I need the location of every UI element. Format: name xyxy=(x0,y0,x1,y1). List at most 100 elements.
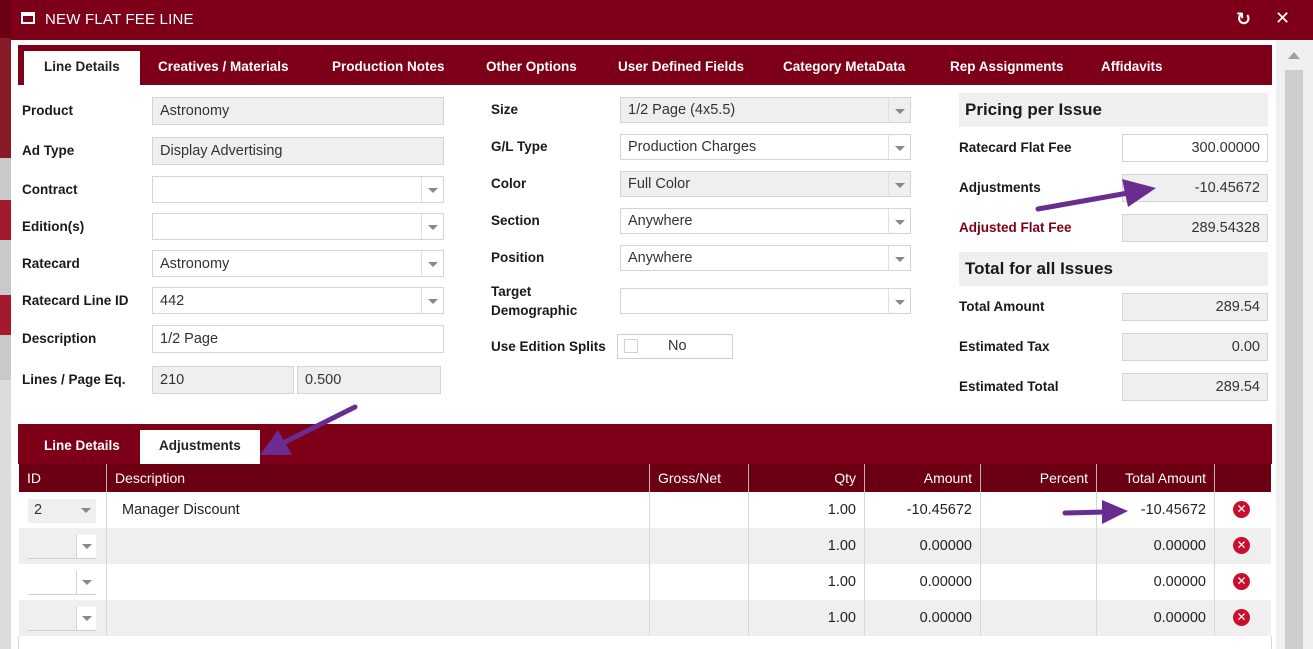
chevron-down-icon[interactable] xyxy=(421,177,443,202)
use-edition-splits-checkbox[interactable] xyxy=(624,339,638,353)
section-select-value: Anywhere xyxy=(628,213,693,229)
chevron-down-icon[interactable] xyxy=(888,135,910,159)
column-header-qty[interactable]: Qty xyxy=(749,464,865,492)
main-tabbar: Line Details Creatives / Materials Produ… xyxy=(18,45,1272,85)
position-select[interactable]: Anywhere xyxy=(620,245,911,271)
percent-cell[interactable] xyxy=(981,600,1097,636)
description-cell[interactable] xyxy=(107,528,650,564)
chevron-down-icon[interactable] xyxy=(888,98,910,122)
chevron-down-icon[interactable] xyxy=(76,535,96,558)
contract-label: Contract xyxy=(22,182,78,197)
column-header-amount[interactable]: Amount xyxy=(865,464,981,492)
tab-line-details[interactable]: Line Details xyxy=(24,51,140,85)
chevron-down-icon[interactable] xyxy=(888,172,910,196)
tab-affidavits[interactable]: Affidavits xyxy=(1101,45,1163,85)
amount-cell[interactable]: 0.00000 xyxy=(865,600,981,636)
tab-user-defined-fields[interactable]: User Defined Fields xyxy=(618,45,744,85)
delete-icon[interactable]: ✕ xyxy=(1233,501,1250,518)
id-select-value: 2 xyxy=(34,502,43,518)
use-edition-splits-toggle[interactable]: No xyxy=(617,334,733,359)
gl-type-label: G/L Type xyxy=(491,139,548,154)
description-cell[interactable]: Manager Discount xyxy=(107,492,650,528)
description-input[interactable]: 1/2 Page xyxy=(152,325,444,353)
background-strip-block xyxy=(0,38,11,158)
chevron-down-icon[interactable] xyxy=(421,288,443,313)
gross-net-cell[interactable] xyxy=(650,600,749,636)
table-row: 1.00 0.00000 0.00000 ✕ xyxy=(19,528,1271,564)
editions-select[interactable] xyxy=(152,213,444,240)
close-icon[interactable]: ✕ xyxy=(1275,8,1290,29)
chevron-down-icon[interactable] xyxy=(888,289,910,313)
gross-net-cell[interactable] xyxy=(650,528,749,564)
chevron-down-icon[interactable] xyxy=(76,499,96,522)
chevron-down-icon[interactable] xyxy=(888,246,910,270)
chevron-down-icon[interactable] xyxy=(76,607,96,630)
tab-other-options[interactable]: Other Options xyxy=(486,45,577,85)
qty-cell[interactable]: 1.00 xyxy=(749,528,865,564)
total-amount-cell: -10.45672 xyxy=(1097,492,1215,528)
adjustments-label: Adjustments xyxy=(959,180,1041,195)
size-label: Size xyxy=(491,102,519,117)
column-header-description[interactable]: Description xyxy=(107,464,650,492)
column-header-id[interactable]: ID xyxy=(19,464,107,492)
ratecard-flat-fee-label: Ratecard Flat Fee xyxy=(959,140,1072,155)
delete-icon[interactable]: ✕ xyxy=(1233,609,1250,626)
column-header-total-amount[interactable]: Total Amount xyxy=(1097,464,1215,492)
delete-icon[interactable]: ✕ xyxy=(1233,537,1250,554)
delete-icon[interactable]: ✕ xyxy=(1233,573,1250,590)
subtab-adjustments[interactable]: Adjustments xyxy=(140,430,260,464)
id-select[interactable] xyxy=(28,571,96,595)
column-header-percent[interactable]: Percent xyxy=(981,464,1097,492)
chevron-down-icon[interactable] xyxy=(421,251,443,276)
size-select[interactable]: 1/2 Page (4x5.5) xyxy=(620,97,911,123)
color-select[interactable]: Full Color xyxy=(620,171,911,197)
tab-category-metadata[interactable]: Category MetaData xyxy=(783,45,905,85)
subtab-line-details[interactable]: Line Details xyxy=(44,424,120,464)
ratecard-line-id-select[interactable]: 442 xyxy=(152,287,444,314)
section-select[interactable]: Anywhere xyxy=(620,208,911,234)
gl-type-select-value: Production Charges xyxy=(628,139,757,155)
amount-cell[interactable]: -10.45672 xyxy=(865,492,981,528)
scrollbar-thumb[interactable] xyxy=(1285,70,1303,649)
gl-type-select[interactable]: Production Charges xyxy=(620,134,911,160)
id-cell xyxy=(19,528,107,564)
chevron-down-icon[interactable] xyxy=(888,209,910,233)
id-select[interactable] xyxy=(28,607,96,631)
percent-cell[interactable] xyxy=(981,492,1097,528)
qty-cell[interactable]: 1.00 xyxy=(749,600,865,636)
tab-creatives-materials[interactable]: Creatives / Materials xyxy=(158,45,289,85)
target-demographic-select[interactable] xyxy=(620,288,911,314)
column-header-gross-net[interactable]: Gross/Net xyxy=(650,464,749,492)
scroll-up-arrow-icon[interactable] xyxy=(1288,52,1300,59)
gross-net-cell[interactable] xyxy=(650,492,749,528)
total-for-all-issues-header: Total for all Issues xyxy=(959,252,1268,286)
refresh-icon[interactable]: ↻ xyxy=(1236,9,1251,30)
contract-select[interactable] xyxy=(152,176,444,203)
id-select[interactable] xyxy=(28,535,96,559)
qty-cell[interactable]: 1.00 xyxy=(749,564,865,600)
dialog-scrollbar[interactable] xyxy=(1276,40,1313,649)
percent-cell[interactable] xyxy=(981,528,1097,564)
tab-rep-assignments[interactable]: Rep Assignments xyxy=(950,45,1064,85)
description-cell[interactable] xyxy=(107,564,650,600)
amount-cell[interactable]: 0.00000 xyxy=(865,528,981,564)
description-cell[interactable] xyxy=(107,600,650,636)
ratecard-select[interactable]: Astronomy xyxy=(152,250,444,277)
dialog-title: NEW FLAT FEE LINE xyxy=(45,11,194,28)
target-demographic-label-line2: Demographic xyxy=(491,303,578,318)
total-amount-cell: 0.00000 xyxy=(1097,564,1215,600)
chevron-down-icon[interactable] xyxy=(76,571,96,594)
amount-cell[interactable]: 0.00000 xyxy=(865,564,981,600)
qty-cell[interactable]: 1.00 xyxy=(749,492,865,528)
dialog-titlebar: NEW FLAT FEE LINE ↻ ✕ xyxy=(11,0,1313,40)
tab-production-notes[interactable]: Production Notes xyxy=(332,45,445,85)
ratecard-flat-fee-input[interactable]: 300.00000 xyxy=(1122,134,1268,162)
color-select-value: Full Color xyxy=(628,176,691,192)
lines-page-eq-label: Lines / Page Eq. xyxy=(22,372,126,387)
chevron-down-icon[interactable] xyxy=(421,214,443,239)
use-edition-splits-label: Use Edition Splits xyxy=(491,339,606,354)
id-select[interactable]: 2 xyxy=(28,499,96,523)
gross-net-cell[interactable] xyxy=(650,564,749,600)
percent-cell[interactable] xyxy=(981,564,1097,600)
estimated-total-field: 289.54 xyxy=(1122,373,1268,401)
